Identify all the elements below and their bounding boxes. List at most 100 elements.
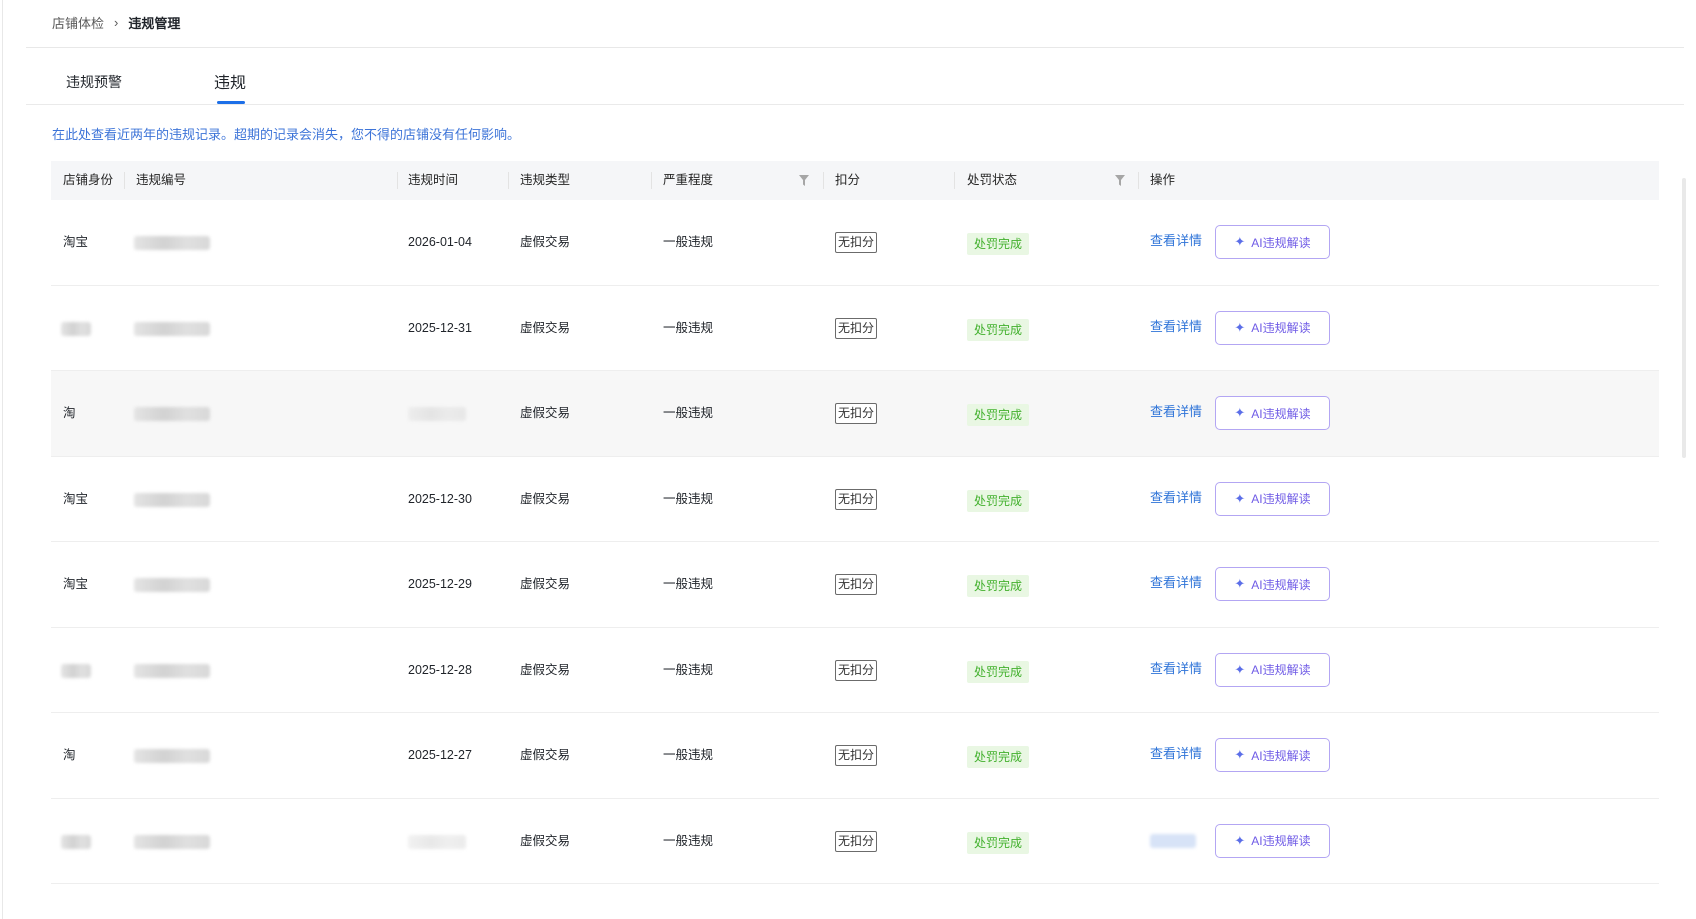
violation-time: 2025-12-30 bbox=[408, 491, 472, 506]
col-violation-id: 违规编号 bbox=[136, 173, 187, 187]
violation-type: 虚假交易 bbox=[520, 833, 571, 848]
redacted-violation-id bbox=[134, 749, 210, 763]
status-badge: 处罚完成 bbox=[967, 575, 1030, 597]
view-details-link[interactable]: 查看详情 bbox=[1150, 286, 1202, 368]
ai-interpretation-button[interactable]: ✦ AI违规解读 bbox=[1215, 396, 1330, 430]
col-actions: 操作 bbox=[1150, 173, 1176, 187]
sparkle-icon: ✦ bbox=[1234, 490, 1246, 506]
redacted-violation-id bbox=[134, 492, 210, 507]
redacted-violation-id bbox=[134, 321, 210, 336]
table-row[interactable]: 淘 2025-12-27 虚假交易 一般违规 无扣分 处罚完成 查看详情 ✦ AI违规解读 bbox=[51, 713, 1659, 799]
ai-interpretation-button[interactable]: ✦ AI违规解读 bbox=[1215, 567, 1330, 601]
ai-button-label: AI违规解读 bbox=[1251, 748, 1311, 763]
ai-button-label: AI违规解读 bbox=[1251, 406, 1311, 421]
points-badge: 无扣分 bbox=[835, 659, 878, 681]
tab-violation[interactable]: 违规 bbox=[214, 69, 246, 93]
col-divider bbox=[651, 172, 652, 189]
col-divider bbox=[1138, 172, 1139, 189]
shop-identity: 淘宝 bbox=[63, 491, 89, 506]
severity: 一般违规 bbox=[663, 748, 714, 762]
points-badge: 无扣分 bbox=[835, 830, 878, 852]
table-row[interactable]: 淘宝 2026-01-04 虚假交易 一般违规 无扣分 处罚完成 查看详情 ✦ AI违规解读 bbox=[51, 200, 1659, 286]
view-details-link[interactable]: 查看详情 bbox=[1150, 200, 1202, 282]
points-badge: 无扣分 bbox=[835, 574, 878, 595]
redacted-time bbox=[408, 834, 466, 849]
ai-interpretation-button[interactable]: ✦ AI违规解读 bbox=[1215, 738, 1330, 772]
points-badge: 无扣分 bbox=[835, 403, 878, 424]
sparkle-icon: ✦ bbox=[1234, 832, 1246, 848]
redacted-violation-id bbox=[134, 578, 210, 592]
severity: 一般违规 bbox=[663, 320, 714, 335]
ai-interpretation-button[interactable]: ✦ AI违规解读 bbox=[1215, 310, 1330, 345]
view-details-link[interactable]: 查看详情 bbox=[1150, 457, 1202, 539]
breadcrumb-separator-icon: › bbox=[114, 14, 119, 30]
col-divider bbox=[124, 172, 125, 189]
col-shop-identity: 店铺身份 bbox=[63, 173, 114, 187]
violation-type: 虚假交易 bbox=[520, 235, 571, 249]
severity: 一般违规 bbox=[663, 577, 714, 591]
page-scrollbar[interactable] bbox=[1682, 178, 1686, 458]
col-violation-time: 违规时间 bbox=[408, 173, 459, 187]
sparkle-icon: ✦ bbox=[1234, 319, 1246, 335]
ai-interpretation-button[interactable]: ✦ AI违规解读 bbox=[1215, 225, 1330, 259]
status-filter-icon[interactable] bbox=[1115, 175, 1125, 186]
view-details-link[interactable]: 查看详情 bbox=[1150, 542, 1202, 624]
table-row[interactable]: 2025-12-28 虚假交易 一般违规 无扣分 处罚完成 查看详情 ✦ AI违规解读 bbox=[51, 628, 1659, 713]
retention-notice: 在此处查看近两年的违规记录。超期的记录会消失，您不得的店铺没有任何影响。 bbox=[52, 127, 521, 142]
violation-type: 虚假交易 bbox=[520, 491, 571, 506]
sparkle-icon: ✦ bbox=[1234, 234, 1246, 249]
shop-identity: 淘宝 bbox=[63, 235, 89, 249]
severity-filter-icon[interactable] bbox=[799, 175, 809, 186]
violation-type: 虚假交易 bbox=[520, 577, 571, 591]
violation-time: 2025-12-27 bbox=[408, 748, 472, 762]
severity: 一般违规 bbox=[663, 833, 714, 848]
redacted-violation-id bbox=[134, 407, 210, 421]
ai-interpretation-button[interactable]: ✦ AI违规解读 bbox=[1215, 481, 1330, 516]
table-row[interactable]: 淘 虚假交易 一般违规 无扣分 处罚完成 查看详情 ✦ AI违规解读 bbox=[51, 371, 1659, 457]
sparkle-icon: ✦ bbox=[1234, 576, 1246, 591]
col-divider bbox=[508, 172, 509, 189]
breadcrumb-shop-checkup[interactable]: 店铺体检 bbox=[52, 13, 104, 32]
page-left-border bbox=[2, 0, 3, 919]
tab-violation-warning[interactable]: 违规预警 bbox=[66, 72, 122, 92]
violation-type: 虚假交易 bbox=[520, 320, 571, 335]
redacted-shop bbox=[61, 834, 91, 849]
breadcrumb-current: 违规管理 bbox=[128, 15, 181, 31]
ai-button-label: AI违规解读 bbox=[1251, 235, 1311, 250]
ai-button-label: AI违规解读 bbox=[1251, 663, 1311, 677]
ai-button-label: AI违规解读 bbox=[1251, 321, 1311, 335]
col-divider bbox=[954, 172, 955, 189]
redacted-violation-id bbox=[134, 236, 210, 250]
table-row[interactable]: 淘宝 2025-12-29 虚假交易 一般违规 无扣分 处罚完成 查看详情 ✦ AI违规解读 bbox=[51, 542, 1659, 628]
status-badge: 处罚完成 bbox=[967, 489, 1030, 512]
severity: 一般违规 bbox=[663, 235, 714, 249]
ai-interpretation-button[interactable]: ✦ AI违规解读 bbox=[1215, 823, 1330, 858]
table-body: 淘宝 2026-01-04 虚假交易 一般违规 无扣分 处罚完成 查看详情 ✦ AI违规解读 20… bbox=[51, 200, 1659, 884]
table-header: 店铺身份 违规编号 违规时间 违规类型 严重程度 扣分 处罚状态 操作 bbox=[51, 161, 1659, 200]
points-badge: 无扣分 bbox=[835, 745, 878, 766]
view-details-link[interactable]: 查看详情 bbox=[1150, 713, 1202, 795]
status-badge: 处罚完成 bbox=[967, 404, 1030, 426]
status-badge: 处罚完成 bbox=[967, 318, 1030, 341]
violation-type: 虚假交易 bbox=[520, 748, 571, 762]
view-details-link[interactable]: 查看详情 bbox=[1150, 628, 1202, 710]
severity: 一般违规 bbox=[663, 491, 714, 506]
violation-type: 虚假交易 bbox=[520, 406, 571, 420]
col-divider bbox=[823, 172, 824, 189]
status-badge: 处罚完成 bbox=[967, 233, 1030, 255]
sparkle-icon: ✦ bbox=[1234, 747, 1246, 762]
redacted-shop bbox=[61, 321, 91, 336]
table-row[interactable]: 2025-12-31 虚假交易 一般违规 无扣分 处罚完成 查看详情 ✦ AI违规解读 bbox=[51, 286, 1659, 371]
redacted-time bbox=[408, 407, 466, 421]
table-row[interactable]: 虚假交易 一般违规 无扣分 处罚完成 ✦ AI违规解读 bbox=[51, 799, 1659, 884]
redacted-shop bbox=[61, 663, 91, 678]
status-badge: 处罚完成 bbox=[967, 746, 1030, 768]
violation-time: 2026-01-04 bbox=[408, 235, 472, 249]
breadcrumb: 店铺体检 › 违规管理 bbox=[52, 12, 180, 32]
redacted-link bbox=[1150, 833, 1196, 848]
ai-interpretation-button[interactable]: ✦ AI违规解读 bbox=[1215, 652, 1330, 687]
tab-bar: 违规预警 违规 bbox=[26, 48, 1684, 105]
table-row[interactable]: 淘宝 2025-12-30 虚假交易 一般违规 无扣分 处罚完成 查看详情 ✦ AI违规解读 bbox=[51, 457, 1659, 542]
points-badge: 无扣分 bbox=[835, 488, 878, 510]
view-details-link[interactable]: 查看详情 bbox=[1150, 371, 1202, 453]
